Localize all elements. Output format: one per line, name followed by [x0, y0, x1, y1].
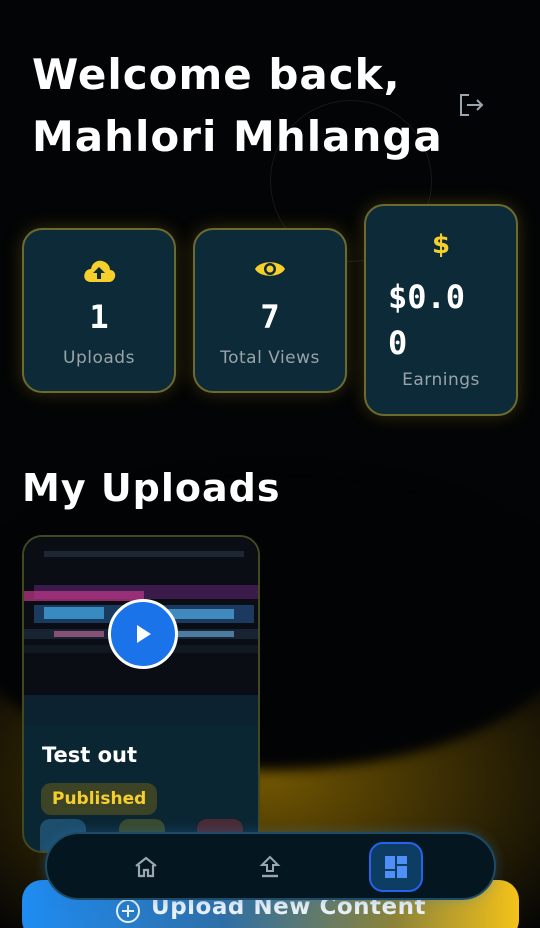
upload-icon: [259, 855, 281, 878]
play-icon: [137, 625, 151, 643]
uploads-count: 1: [89, 298, 109, 336]
nav-home[interactable]: [120, 844, 172, 890]
home-icon: [135, 856, 157, 878]
eye-icon: [195, 258, 345, 280]
uploads-label: Uploads: [63, 348, 135, 368]
welcome-line: Welcome back,: [32, 50, 401, 99]
views-label: Total Views: [220, 348, 320, 368]
video-thumbnail: [24, 537, 258, 725]
status-badge: Published: [41, 783, 158, 815]
upload-card[interactable]: Test out Published: [22, 535, 260, 853]
bottom-nav: [45, 832, 496, 900]
views-count: 7: [260, 298, 280, 336]
logout-icon: [460, 94, 484, 116]
earnings-amount: $0.0 0: [388, 274, 465, 366]
logout-button[interactable]: [456, 90, 486, 120]
stat-card-views: 7 Total Views: [193, 228, 347, 393]
section-title: My Uploads: [22, 466, 281, 510]
dollar-icon: $: [431, 230, 451, 260]
thumbnail-footer: [24, 695, 258, 725]
plus-circle-icon: [116, 899, 141, 923]
page-title: Welcome back, Mahlori Mhlanga: [32, 44, 452, 168]
user-name: Mahlori Mhlanga: [32, 112, 443, 161]
upload-title: Test out: [42, 743, 138, 767]
earnings-amount-line1: $0.0: [388, 278, 466, 316]
stat-card-uploads: 1 Uploads: [22, 228, 176, 393]
play-button[interactable]: [108, 599, 178, 669]
stat-card-earnings: $ $0.0 0 Earnings: [364, 204, 518, 416]
earnings-amount-line2: 0: [388, 324, 408, 362]
nav-dashboard[interactable]: [369, 842, 423, 892]
dashboard-icon: [385, 856, 407, 878]
nav-upload[interactable]: [244, 844, 296, 890]
earnings-label: Earnings: [402, 370, 480, 390]
cloud-upload-icon: [24, 258, 174, 284]
